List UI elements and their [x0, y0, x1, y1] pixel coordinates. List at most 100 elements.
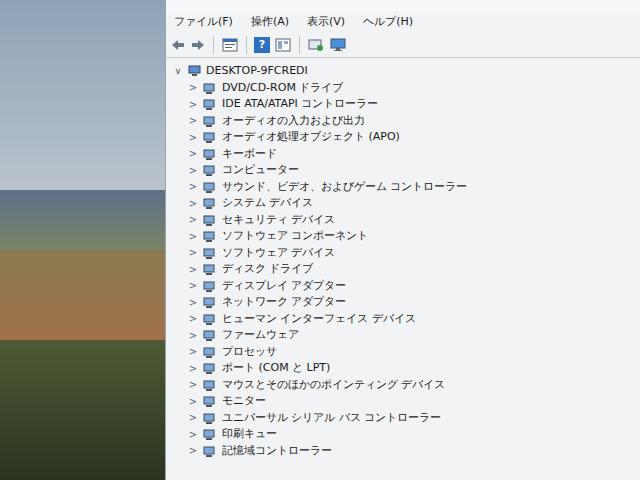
- back-arrow-icon[interactable]: [170, 37, 186, 53]
- expand-toggle[interactable]: >: [188, 179, 198, 194]
- device-icon: [202, 262, 216, 276]
- tree-item-label: システム デバイス: [222, 195, 314, 212]
- device-icon: [202, 295, 216, 309]
- desktop-wallpaper: [0, 0, 165, 480]
- tree-item[interactable]: > オーディオの入力および出力: [166, 113, 640, 130]
- tree-item-label: マウスとそのほかのポインティング デバイス: [222, 377, 446, 394]
- device-icon: [202, 312, 216, 326]
- expand-toggle[interactable]: >: [188, 377, 198, 392]
- expand-toggle[interactable]: >: [188, 196, 198, 211]
- tree-item[interactable]: >ディスク ドライブ: [166, 261, 640, 278]
- device-icon: [202, 130, 216, 144]
- expand-toggle[interactable]: >: [188, 278, 198, 293]
- tree-item-label: サウンド、ビデオ、およびゲーム コントローラー: [222, 179, 468, 196]
- expand-toggle[interactable]: >: [188, 328, 198, 343]
- tree-item-label: 記憶域コントローラー: [222, 443, 332, 460]
- expand-toggle[interactable]: >: [188, 163, 198, 178]
- scan-hardware-icon[interactable]: [307, 37, 325, 53]
- tree-item[interactable]: > マウスとそのほかのポインティング デバイス: [166, 377, 640, 394]
- tree-item[interactable]: >モニター: [166, 393, 640, 410]
- menu-item[interactable]: 操作(A): [249, 14, 291, 31]
- tree-item[interactable]: >ユニバーサル シリアル バス コントローラー: [166, 410, 640, 427]
- help-button[interactable]: ?: [254, 37, 270, 53]
- menu-item[interactable]: 表示(V): [305, 14, 347, 31]
- expand-toggle[interactable]: >: [188, 212, 198, 227]
- device-icon: [202, 427, 216, 441]
- tree-item[interactable]: > ポート (COM と LPT): [166, 360, 640, 377]
- view-icon[interactable]: [274, 37, 292, 53]
- expand-toggle[interactable]: >: [188, 229, 198, 244]
- device-icon: [202, 345, 216, 359]
- expand-toggle[interactable]: >: [188, 146, 198, 161]
- tree-item[interactable]: >印刷キュー: [166, 426, 640, 443]
- properties-icon[interactable]: [221, 37, 239, 53]
- tree-item-label: オーディオ処理オブジェクト (APO): [222, 129, 400, 146]
- menu-bar: ファイル(F) 操作(A) 表示(V) ヘルプ(H): [166, 12, 640, 32]
- toolbar-separator: [213, 36, 214, 54]
- device-icon: [202, 81, 216, 95]
- expand-toggle[interactable]: >: [188, 130, 198, 145]
- tree-item-label: ヒューマン インターフェイス デバイス: [222, 311, 416, 328]
- device-icon: [202, 279, 216, 293]
- menu-item[interactable]: ヘルプ(H): [361, 14, 415, 31]
- tree-item[interactable]: > ヒューマン インターフェイス デバイス: [166, 311, 640, 328]
- device-icon: [202, 114, 216, 128]
- expand-toggle[interactable]: >: [188, 344, 198, 359]
- expand-toggle[interactable]: >: [188, 394, 198, 409]
- tree-item-label: コンピューター: [222, 162, 299, 179]
- tree-item-label: プロセッサ: [222, 344, 277, 361]
- tree-item[interactable]: > ソフトウェア コンポーネント: [166, 228, 640, 245]
- expand-toggle[interactable]: >: [188, 427, 198, 442]
- computer-icon: [187, 64, 203, 78]
- monitor-icon[interactable]: [329, 37, 347, 53]
- tree-item-label: セキュリティ デバイス: [222, 212, 336, 229]
- tree-item-label: ソフトウェア コンポーネント: [222, 228, 369, 245]
- device-icon: [202, 411, 216, 425]
- expand-toggle[interactable]: >: [188, 443, 198, 458]
- tree-item[interactable]: > ソフトウェア デバイス: [166, 245, 640, 262]
- tree-item-label: IDE ATA/ATAPI コントローラー: [222, 96, 378, 113]
- tree-item-label: ソフトウェア デバイス: [222, 245, 336, 262]
- tree-item[interactable]: >ディスプレイ アダプター: [166, 278, 640, 295]
- device-icon: [202, 147, 216, 161]
- device-manager-window: ファイル(F) 操作(A) 表示(V) ヘルプ(H) ? ∨DESKTOP-9FCRE…: [165, 0, 640, 480]
- expand-toggle[interactable]: ∨: [172, 65, 184, 79]
- tree-item[interactable]: > 記憶域コントローラー: [166, 443, 640, 460]
- tree-item[interactable]: > ネットワーク アダプター: [166, 294, 640, 311]
- device-icon: [202, 97, 216, 111]
- device-icon: [202, 361, 216, 375]
- tree-item-label: ファームウェア: [222, 327, 299, 344]
- tree-item[interactable]: > オーディオ処理オブジェクト (APO): [166, 129, 640, 146]
- tree-root[interactable]: ∨DESKTOP-9FCREDI: [166, 63, 640, 80]
- forward-arrow-icon[interactable]: [190, 37, 206, 53]
- tree-item[interactable]: > ファームウェア: [166, 327, 640, 344]
- tree-item-label: オーディオの入力および出力: [222, 113, 365, 130]
- expand-toggle[interactable]: >: [188, 410, 198, 425]
- tree-item-label: キーボード: [222, 146, 277, 163]
- tree-item-label: ポート (COM と LPT): [222, 360, 330, 377]
- tree-item[interactable]: > キーボード: [166, 146, 640, 163]
- expand-toggle[interactable]: >: [188, 295, 198, 310]
- device-icon: [202, 163, 216, 177]
- expand-toggle[interactable]: >: [188, 97, 198, 112]
- device-icon: [202, 378, 216, 392]
- expand-toggle[interactable]: >: [188, 361, 198, 376]
- expand-toggle[interactable]: >: [188, 262, 198, 277]
- tree-item-label: ネットワーク アダプター: [222, 294, 347, 311]
- tree-item[interactable]: > セキュリティ デバイス: [166, 212, 640, 229]
- device-icon: [202, 213, 216, 227]
- tree-item[interactable]: > システム デバイス: [166, 195, 640, 212]
- tree-item[interactable]: > コンピューター: [166, 162, 640, 179]
- expand-toggle[interactable]: >: [188, 245, 198, 260]
- tree-item[interactable]: > プロセッサ: [166, 344, 640, 361]
- tree-item[interactable]: >DVD/CD-ROM ドライブ: [166, 80, 640, 97]
- expand-toggle[interactable]: >: [188, 113, 198, 128]
- tree-item[interactable]: > IDE ATA/ATAPI コントローラー: [166, 96, 640, 113]
- menu-item[interactable]: ファイル(F): [172, 14, 235, 31]
- expand-toggle[interactable]: >: [188, 311, 198, 326]
- device-icon: [202, 246, 216, 260]
- expand-toggle[interactable]: >: [188, 80, 198, 95]
- device-icon: [202, 328, 216, 342]
- tree-item[interactable]: > サウンド、ビデオ、およびゲーム コントローラー: [166, 179, 640, 196]
- device-icon: [202, 394, 216, 408]
